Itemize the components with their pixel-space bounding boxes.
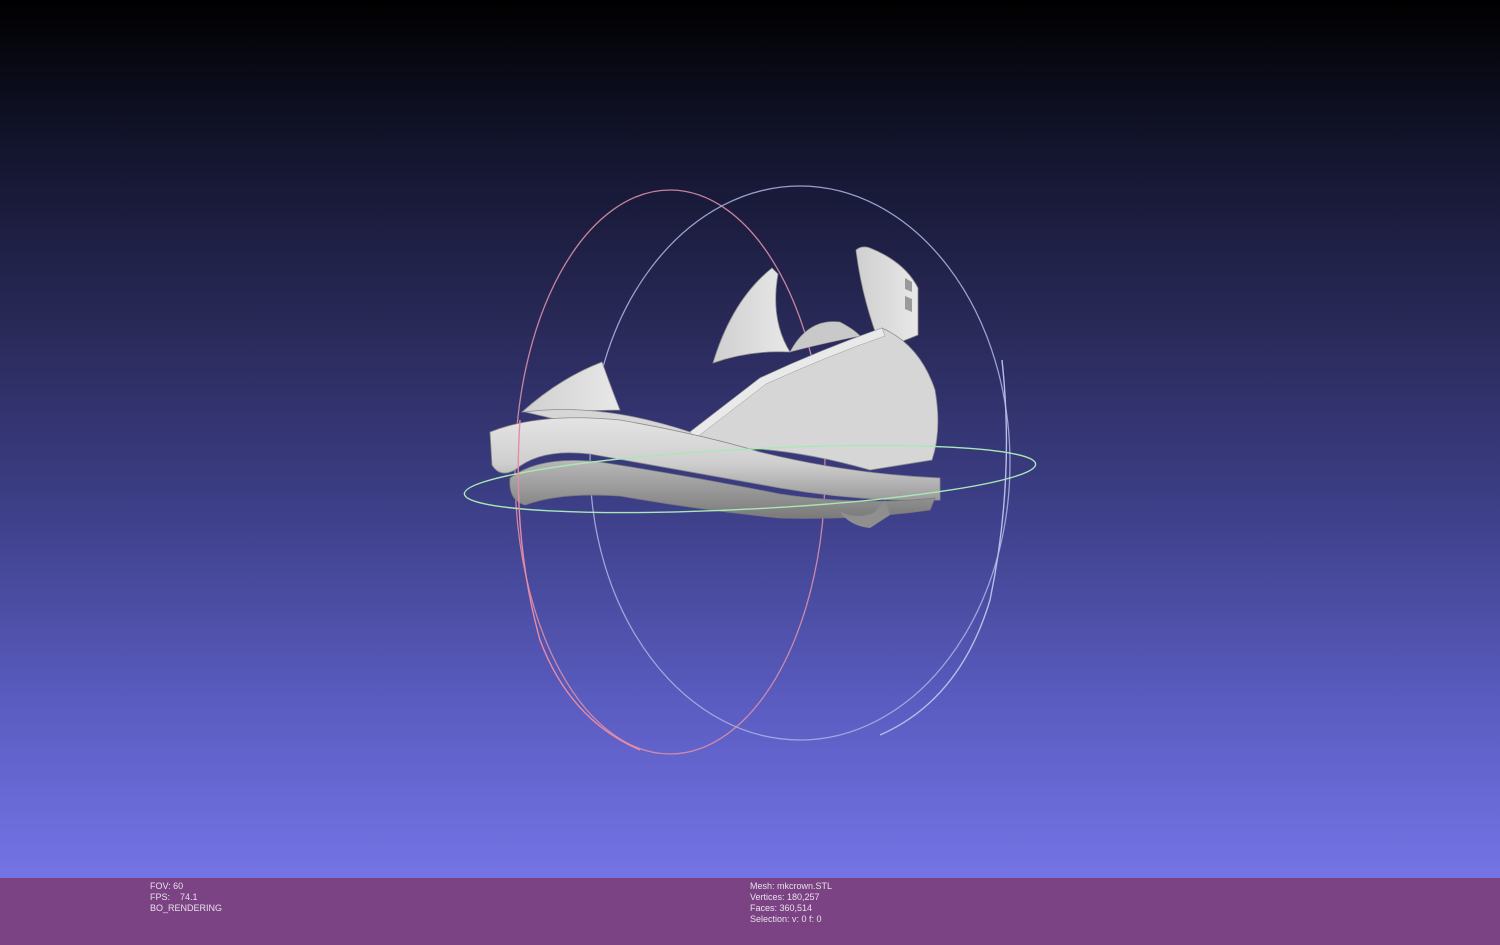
vertices-readout: Vertices: 180,257 [750,892,820,902]
mesh-name-readout: Mesh: mkcrown.STL [750,881,833,891]
3d-viewport[interactable] [0,0,1500,878]
selection-readout: Selection: v: 0 f: 0 [750,914,822,924]
status-bar: FOV: 60 FPS: 74.1 BO_RENDERING Mesh: mkc… [0,878,1500,945]
crown-fin-middle [712,267,791,364]
crown-mesh[interactable] [489,246,941,528]
mesh-info-panel: Mesh: mkcrown.STL Vertices: 180,257 Face… [750,881,832,925]
scene-canvas[interactable] [0,0,1500,878]
render-mode-readout: BO_RENDERING [150,903,223,913]
faces-readout: Faces: 360,514 [750,903,813,913]
fov-readout: FOV: 60 [150,881,184,891]
render-info-panel: FOV: 60 FPS: 74.1 BO_RENDERING [150,881,222,914]
fps-readout: FPS: 74.1 [150,892,198,902]
crown-fin-left [520,361,621,413]
